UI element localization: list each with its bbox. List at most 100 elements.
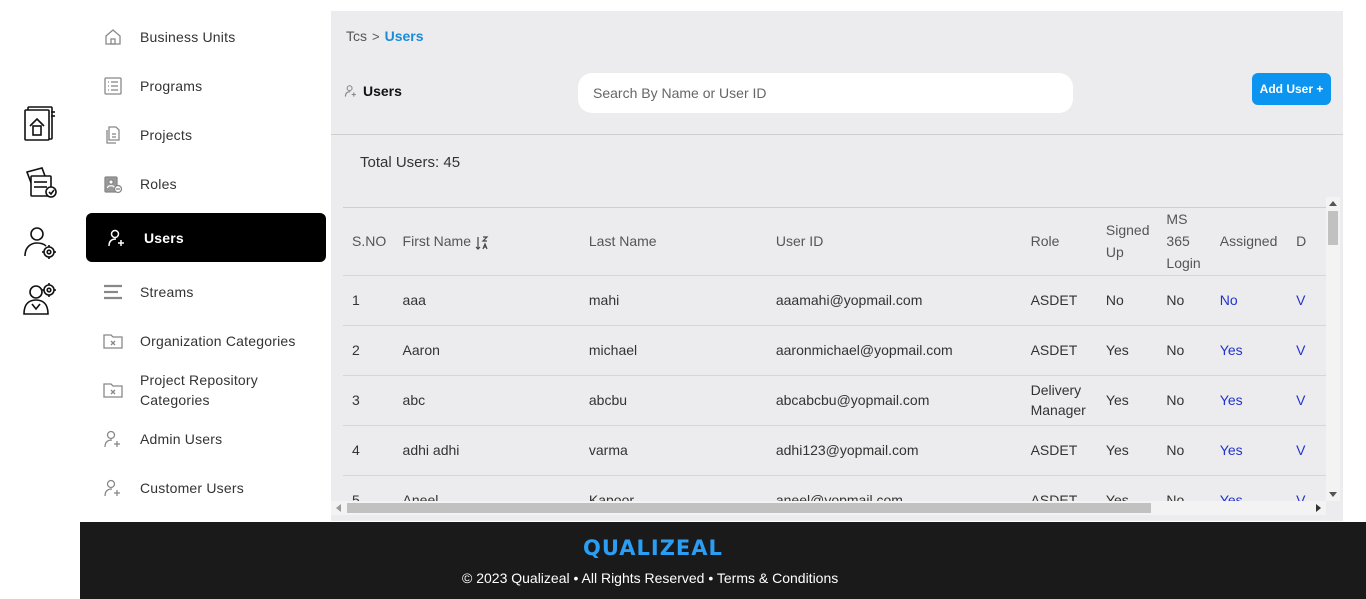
cell-role: ASDET xyxy=(1021,425,1097,476)
sidebar-item-label: Streams xyxy=(140,283,194,300)
list-icon xyxy=(102,75,124,97)
table-row[interactable]: 4 adhi adhi varma adhi123@yopmail.com AS… xyxy=(343,425,1326,476)
cell-assigned-link[interactable]: No xyxy=(1210,275,1288,326)
cell-user-id: adhi123@yopmail.com xyxy=(766,425,1022,476)
icon-rail xyxy=(0,0,80,599)
cell-sno: 5 xyxy=(343,475,394,501)
cell-ms365-login: No xyxy=(1157,475,1211,501)
sidebar-item-customer-users[interactable]: Customer Users xyxy=(80,463,331,512)
sidebar-item-streams[interactable]: Streams xyxy=(80,267,331,316)
scroll-left-icon[interactable] xyxy=(336,504,341,512)
breadcrumb-root[interactable]: Tcs xyxy=(346,28,367,44)
cell-sno: 1 xyxy=(343,275,394,326)
table-row[interactable]: 2 Aaron michael aaronmichael@yopmail.com… xyxy=(343,325,1326,376)
table-row[interactable]: 5 Aneel Kapoor aneel@yopmail.com ASDET Y… xyxy=(343,475,1326,501)
streams-icon xyxy=(102,281,124,303)
cell-view-link[interactable]: V xyxy=(1287,375,1326,426)
sidebar-item-label: Projects xyxy=(140,126,193,143)
sidebar-item-project-repository-categories[interactable]: Project Repository Categories xyxy=(80,365,331,414)
cell-user-id: aneel@yopmail.com xyxy=(766,475,1022,501)
user-add-icon xyxy=(102,428,124,450)
home-icon xyxy=(102,26,124,48)
page-title: Users xyxy=(344,83,402,99)
column-header-label: First Name xyxy=(402,233,471,250)
cell-last-name: Kapoor xyxy=(579,475,767,501)
vertical-scroll-thumb[interactable] xyxy=(1328,211,1338,245)
cell-first-name: Aneel xyxy=(393,475,580,501)
user-settings-icon[interactable] xyxy=(22,224,58,262)
sidebar-item-projects[interactable]: Projects xyxy=(80,110,331,159)
sidebar-item-programs[interactable]: Programs xyxy=(80,61,331,110)
table-row[interactable]: 1 aaa mahi aaamahi@yopmail.com ASDET No … xyxy=(343,275,1326,326)
folder-icon xyxy=(102,330,124,352)
sidebar-item-label: Programs xyxy=(140,77,203,94)
cell-signed-up: Yes xyxy=(1096,325,1158,376)
horizontal-scrollbar[interactable] xyxy=(331,501,1326,515)
sidebar-item-label: Project Repository Categories xyxy=(140,371,258,408)
cell-view-link[interactable]: V xyxy=(1287,325,1326,376)
sort-icon[interactable] xyxy=(475,235,489,250)
header-divider xyxy=(331,134,1343,135)
cell-ms365-login: No xyxy=(1157,325,1211,376)
team-settings-icon[interactable] xyxy=(22,279,58,317)
main-panel: Tcs > Users Users Add User + Total Users… xyxy=(331,11,1343,521)
cell-signed-up: Yes xyxy=(1096,375,1158,426)
vertical-scrollbar[interactable] xyxy=(1326,197,1340,501)
sidebar-item-users[interactable]: Users xyxy=(86,213,326,262)
cell-role: ASDET xyxy=(1021,475,1097,501)
cell-user-id: aaronmichael@yopmail.com xyxy=(766,325,1022,376)
cell-assigned-link[interactable]: Yes xyxy=(1210,325,1288,376)
qualizeal-logo: QUALIZEAL xyxy=(583,536,723,560)
sidebar-item-organization-categories[interactable]: Organization Categories xyxy=(80,316,331,365)
user-add-icon xyxy=(344,85,356,97)
scroll-right-icon[interactable] xyxy=(1316,504,1321,512)
cell-assigned-link[interactable]: Yes xyxy=(1210,475,1288,501)
sidebar-item-label: Customer Users xyxy=(140,479,244,496)
cell-last-name: mahi xyxy=(579,275,767,326)
cell-view-link[interactable]: V xyxy=(1287,425,1326,476)
footer-copyright: © 2023 Qualizeal • All Rights Reserved •… xyxy=(462,570,839,586)
user-add-icon xyxy=(106,227,128,249)
sidebar-item-label: Admin Users xyxy=(140,430,223,447)
cell-last-name: abcbu xyxy=(579,375,767,426)
cell-first-name: Aaron xyxy=(393,325,580,376)
roles-icon xyxy=(102,173,124,195)
page-title-text: Users xyxy=(363,83,402,99)
column-header-sno: S.NO xyxy=(343,208,394,276)
sidebar-item-admin-users[interactable]: Admin Users xyxy=(80,414,331,463)
cell-signed-up: Yes xyxy=(1096,475,1158,501)
sidebar-item-roles[interactable]: Roles xyxy=(80,159,331,208)
cell-sno: 2 xyxy=(343,325,394,376)
building-document-icon[interactable] xyxy=(22,104,58,142)
breadcrumb-separator: > xyxy=(372,28,380,44)
cell-role: ASDET xyxy=(1021,275,1097,326)
cell-user-id: abcabcbu@yopmail.com xyxy=(766,375,1022,426)
column-header-first-name[interactable]: First Name xyxy=(393,208,580,276)
table-row[interactable]: 3 abc abcbu abcabcbu@yopmail.com Deliver… xyxy=(343,375,1326,426)
add-user-button[interactable]: Add User + xyxy=(1252,73,1331,105)
scroll-down-icon[interactable] xyxy=(1329,492,1337,497)
horizontal-scroll-thumb[interactable] xyxy=(347,503,1151,513)
sidebar-item-business-units[interactable]: Business Units xyxy=(80,12,331,61)
cell-last-name: michael xyxy=(579,325,767,376)
sidebar-item-label: Business Units xyxy=(140,28,236,45)
search-input[interactable] xyxy=(578,73,1073,113)
cell-first-name: abc xyxy=(393,375,580,426)
cell-assigned-link[interactable]: Yes xyxy=(1210,425,1288,476)
cell-view-link[interactable]: V xyxy=(1287,475,1326,501)
sidebar-item-label: Roles xyxy=(140,175,177,192)
column-header-role: Role xyxy=(1021,208,1097,276)
sidebar-item-label: Users xyxy=(144,229,184,246)
total-users-count: Total Users: 45 xyxy=(360,154,461,171)
cell-role: Delivery Manager xyxy=(1021,375,1097,426)
scroll-up-icon[interactable] xyxy=(1329,201,1337,206)
document-check-icon[interactable] xyxy=(22,164,58,202)
column-header-assigned: Assigned xyxy=(1210,208,1288,276)
cell-signed-up: Yes xyxy=(1096,425,1158,476)
cell-last-name: varma xyxy=(579,425,767,476)
documents-icon xyxy=(102,124,124,146)
cell-assigned-link[interactable]: Yes xyxy=(1210,375,1288,426)
cell-user-id: aaamahi@yopmail.com xyxy=(766,275,1022,326)
table-header-row: S.NO First Name Last Name User ID Role S… xyxy=(343,208,1326,276)
cell-view-link[interactable]: V xyxy=(1287,275,1326,326)
